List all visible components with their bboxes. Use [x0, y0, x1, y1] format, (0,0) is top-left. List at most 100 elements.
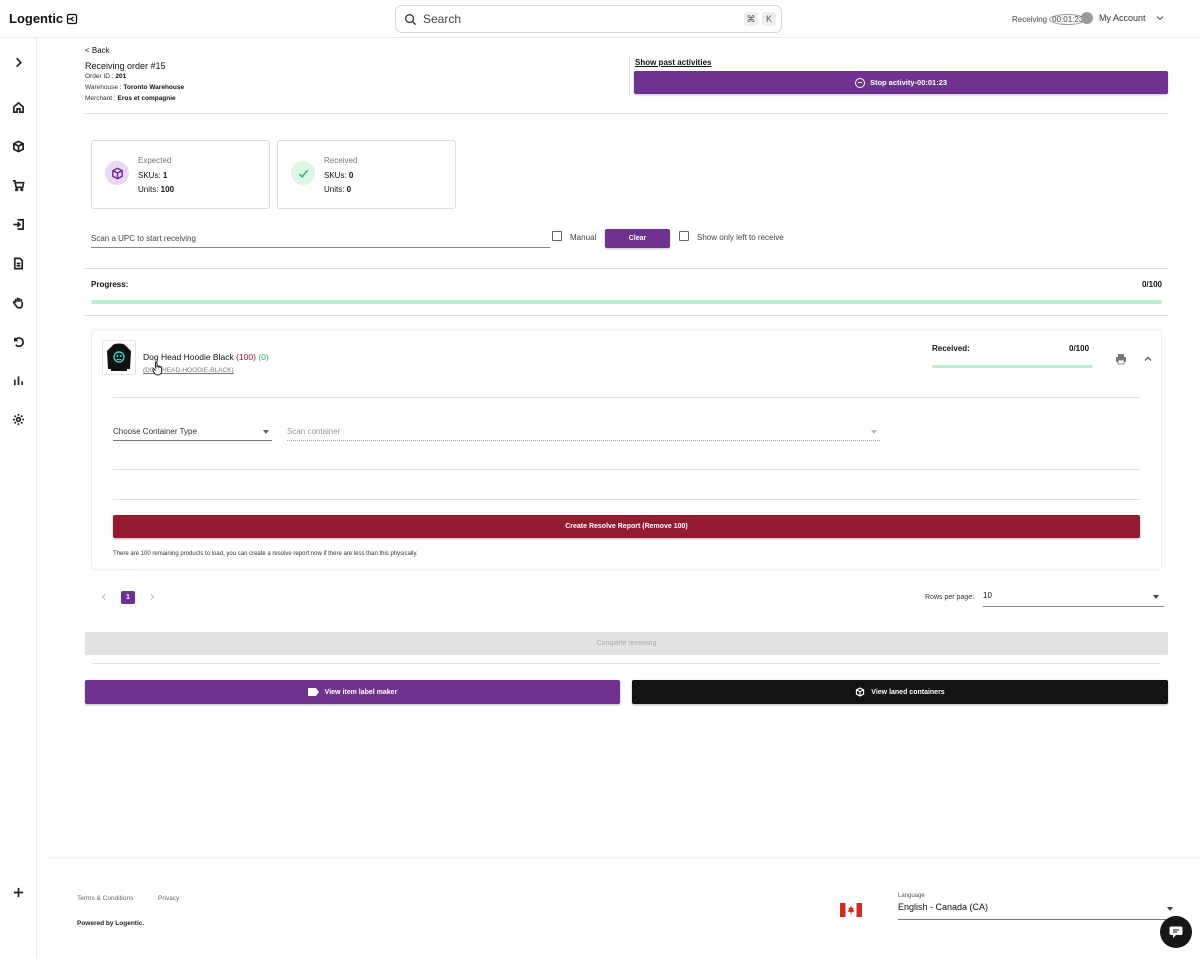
laned-containers-label: View laned containers — [871, 688, 945, 696]
scan-container-select[interactable]: Scan container — [287, 423, 880, 441]
search-icon — [405, 13, 417, 25]
show-only-left-label: Show only left to receive — [697, 233, 784, 242]
view-item-label-maker-button[interactable]: View item label maker — [85, 680, 620, 704]
expected-count: (100) — [236, 352, 256, 362]
progress-label: Progress: — [91, 280, 129, 289]
privacy-link[interactable]: Privacy — [158, 895, 179, 902]
back-link[interactable]: < Back — [85, 46, 110, 55]
account-menu[interactable]: My Account — [1081, 12, 1164, 24]
logo[interactable]: Logentic — [9, 11, 78, 26]
language-value: English - Canada (CA) — [898, 902, 989, 912]
expected-icon-circle — [105, 161, 129, 185]
received-units: Units: 0 — [324, 185, 351, 194]
dropdown-caret-icon — [1153, 595, 1159, 599]
received-icon-circle — [291, 161, 315, 185]
order-id: Order ID : 201 — [85, 73, 126, 80]
upc-scan-input[interactable]: Scan a UPC to start receiving — [91, 230, 550, 248]
print-icon[interactable] — [1115, 353, 1127, 365]
clear-button[interactable]: Clear — [605, 229, 670, 248]
dropdown-caret-icon — [263, 430, 269, 434]
nav-products[interactable] — [10, 138, 26, 154]
rows-per-page-select[interactable]: 10 — [983, 587, 1164, 607]
product-received-label: Received: — [932, 344, 970, 353]
chevron-right-icon[interactable] — [148, 593, 156, 601]
expected-card: Expected SKUs: 1 Units: 100 — [91, 140, 270, 209]
order-id-label: Order ID : — [85, 73, 116, 80]
product-received-value: 0/100 — [1069, 344, 1090, 353]
show-only-left-checkbox[interactable] — [679, 231, 689, 241]
scan-container-placeholder: Scan container — [287, 427, 341, 436]
nav-settings[interactable] — [10, 411, 26, 427]
language-label: Language — [898, 893, 925, 899]
received-units-label: Units: — [324, 185, 347, 194]
divider — [113, 469, 1140, 470]
search-placeholder: Search — [423, 12, 462, 26]
nav-documents[interactable] — [10, 255, 26, 271]
left-nav — [0, 38, 37, 959]
divider — [113, 397, 1140, 398]
expand-nav-button[interactable] — [10, 54, 26, 70]
warehouse-label: Warehouse : — [85, 84, 124, 91]
chat-widget-button[interactable] — [1160, 916, 1192, 948]
product-progress-bar — [932, 365, 1093, 368]
create-resolve-report-button[interactable]: Create Resolve Report (Remove 100) — [113, 515, 1140, 538]
nav-analytics[interactable] — [10, 372, 26, 388]
page-button[interactable]: 1 — [121, 591, 135, 604]
product-card: Dog Head Hoodie Black (100) (0) (DOG-HEA… — [91, 329, 1162, 570]
expected-units: Units: 100 — [138, 185, 174, 194]
merchant: Merchant : Eros et compagnie — [85, 95, 176, 102]
powered-by: Powered by Logentic. — [77, 920, 145, 927]
received-skus-value: 0 — [348, 171, 354, 180]
page-title: Receiving order #15 — [85, 61, 166, 71]
language-select[interactable]: English - Canada (CA) — [898, 902, 1175, 920]
box-icon — [111, 167, 123, 179]
nav-receiving[interactable] — [10, 216, 26, 232]
stop-activity-button[interactable]: Stop activity-00:01:23 — [634, 71, 1168, 94]
container-type-select[interactable]: Choose Container Type — [113, 423, 272, 441]
progress-bar — [91, 300, 1162, 304]
dropdown-caret-icon — [1167, 907, 1173, 911]
chevron-up-icon[interactable] — [1143, 354, 1153, 364]
nav-returns[interactable] — [10, 333, 26, 349]
home-icon — [12, 101, 24, 113]
label-maker-label: View item label maker — [324, 688, 398, 696]
canada-flag-icon — [840, 903, 862, 917]
view-laned-containers-button[interactable]: View laned containers — [632, 680, 1168, 704]
expected-label: Expected — [138, 156, 172, 165]
nav-home[interactable] — [10, 99, 26, 115]
stop-icon — [854, 77, 865, 88]
search-bar[interactable]: Search ⌘ K — [395, 5, 782, 33]
hand-cursor-icon — [152, 361, 162, 376]
logo-text: Logentic — [9, 11, 64, 26]
logout-icon — [67, 13, 78, 24]
divider — [85, 268, 1168, 269]
received-card: Received SKUs: 0 Units: 0 — [277, 140, 456, 209]
chevron-left-icon[interactable] — [100, 593, 108, 601]
divider — [85, 113, 1168, 114]
box-icon — [12, 139, 24, 153]
nav-orders[interactable] — [10, 177, 26, 193]
receiving-timer[interactable]: Receiving 00:01:23 — [1012, 14, 1087, 25]
undo-icon — [13, 336, 24, 347]
k-key-icon: K — [762, 12, 776, 26]
rows-per-page-value: 10 — [983, 591, 992, 600]
hand-icon — [12, 297, 23, 309]
merchant-value: Eros et compagnie — [117, 95, 176, 102]
show-past-activities-link[interactable]: Show past activities — [635, 58, 711, 67]
chevron-right-icon — [15, 57, 22, 67]
chat-icon — [1169, 926, 1183, 938]
divider — [85, 315, 1168, 316]
product-thumbnail[interactable] — [102, 340, 136, 375]
nav-add[interactable] — [10, 884, 26, 900]
tag-icon — [307, 688, 319, 696]
warehouse: Warehouse : Toronto Warehouse — [85, 84, 184, 91]
manual-label: Manual — [570, 233, 597, 242]
check-icon — [298, 169, 308, 178]
rows-per-page-label: Rows per page: — [925, 594, 975, 601]
gear-icon — [12, 413, 24, 425]
top-bar: Logentic Search ⌘ K Receiving 00:01:23 M… — [0, 0, 1200, 38]
terms-link[interactable]: Terms & Conditions — [77, 895, 133, 902]
manual-checkbox[interactable] — [552, 231, 562, 241]
nav-picking[interactable] — [10, 294, 26, 310]
complete-receiving-button[interactable]: Complete receiving — [85, 632, 1168, 655]
